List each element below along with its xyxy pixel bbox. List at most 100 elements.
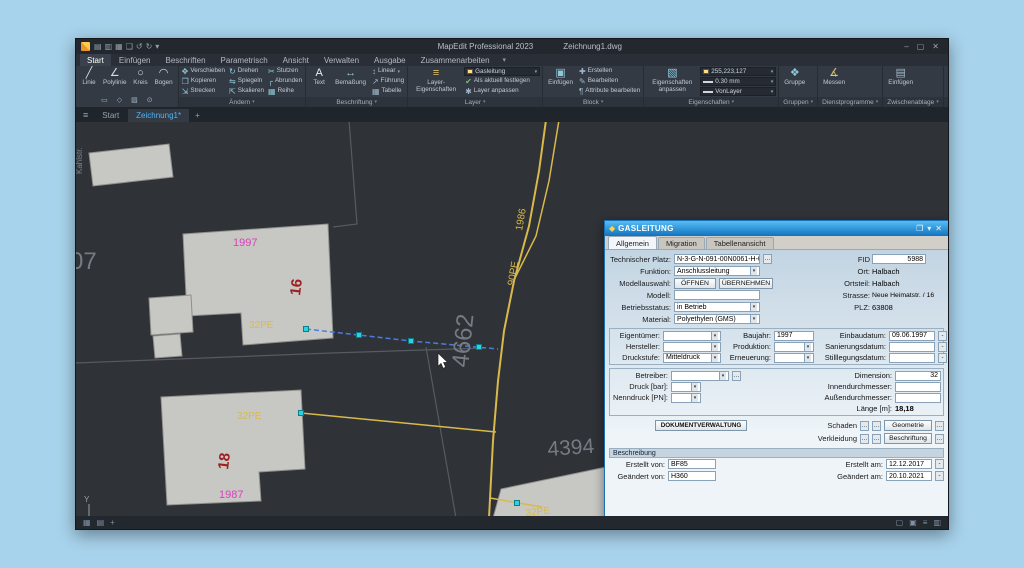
tool-einfügen[interactable]: ▣Einfügen: [545, 67, 576, 88]
close-dialog-icon[interactable]: ✕: [933, 225, 944, 233]
redo-icon[interactable]: ↻: [146, 43, 153, 51]
ribbon-group-label-dienstprogramme[interactable]: Dienstprogramme▾: [818, 97, 882, 107]
grip-point[interactable]: [409, 339, 414, 344]
uebernehmen-button[interactable]: ÜBERNEHMEN: [719, 278, 773, 289]
grip-point[interactable]: [477, 345, 482, 350]
einbaudatum-clear-button[interactable]: -: [938, 331, 947, 341]
building-5[interactable]: [161, 390, 305, 505]
new-file-icon[interactable]: ▤: [94, 43, 102, 51]
ribbon-group-label-block[interactable]: Block▾: [543, 97, 643, 107]
ribbon-group-label-ändern[interactable]: Ändern▾: [179, 97, 305, 107]
tool-basis[interactable]: ▢Basis: [946, 67, 948, 88]
ribbon-more-button[interactable]: ▾: [498, 54, 512, 66]
ribbon-tab-beschriften[interactable]: Beschriften: [159, 54, 213, 66]
tool-skalieren[interactable]: ⇱Skalieren: [228, 87, 265, 96]
building-3[interactable]: [149, 295, 193, 335]
sanierungsdatum-input[interactable]: [889, 342, 935, 352]
ribbon-group-label-ansicht[interactable]: Ansicht▾: [944, 97, 948, 107]
tool-bemaßung[interactable]: ↔Bemaßung: [332, 67, 369, 88]
stilllegungsdatum-input[interactable]: [889, 353, 935, 363]
float-window-icon[interactable]: ❐: [914, 225, 925, 233]
dialog-tab-migration[interactable]: Migration: [658, 237, 705, 249]
tool-reihe[interactable]: ▦Reihe: [267, 87, 303, 96]
model-space-icon[interactable]: ▤: [97, 519, 105, 527]
parcel-boundary-1[interactable]: [333, 122, 357, 227]
beschriftung-button[interactable]: Beschriftung: [884, 433, 932, 444]
oeffnen-button[interactable]: ÖFFNEN: [674, 278, 716, 289]
erstellt-von-input[interactable]: BF85: [668, 459, 716, 469]
funktion-dropdown[interactable]: Anschlussleitung ▾: [674, 266, 760, 276]
tool-verschieben[interactable]: ✥Verschieben: [181, 67, 226, 76]
doc-tab-zeichnung1[interactable]: Zeichnung1*: [128, 109, 189, 122]
tool-messen[interactable]: ∡Messen: [820, 67, 848, 88]
layout-icon[interactable]: ▢: [896, 519, 904, 527]
doc-tab-start[interactable]: Start: [94, 109, 127, 122]
druck-dropdown[interactable]: ▾: [671, 382, 701, 392]
innendurchmesser-input[interactable]: [895, 382, 941, 392]
grid-toggle-icon[interactable]: ▦: [83, 519, 91, 527]
sanierungsdatum-clear-button[interactable]: -: [938, 342, 947, 352]
schaden-add-button[interactable]: …: [872, 421, 881, 431]
tool-polylinie[interactable]: ∠Polylinie: [100, 67, 129, 88]
tool-stutzen[interactable]: ✂Stutzen: [267, 67, 303, 76]
menu-icon[interactable]: ≡: [78, 110, 93, 120]
ribbon-group-label-eigenschaften[interactable]: Eigenschaften▾: [644, 97, 778, 107]
tool-layer-anpassen[interactable]: ✱Layer anpassen: [464, 87, 540, 96]
gas-main-line[interactable]: [489, 122, 546, 516]
geometrie-browse-button[interactable]: …: [935, 421, 944, 431]
tool-einfügen[interactable]: ▤Einfügen: [885, 67, 916, 88]
parcel-boundary-4[interactable]: [426, 347, 456, 516]
stilllegungsdatum-clear-button[interactable]: -: [938, 353, 947, 363]
open-file-icon[interactable]: ▥: [105, 43, 113, 51]
tool-text[interactable]: AText: [308, 67, 330, 88]
geometrie-button[interactable]: Geometrie: [884, 420, 932, 431]
grip-point[interactable]: [299, 411, 304, 416]
betreiber-dropdown[interactable]: ▾: [671, 371, 729, 381]
tool-ellipse-icon[interactable]: ◇: [116, 89, 123, 107]
new-tab-button[interactable]: +: [190, 109, 205, 122]
tool-rectangle-icon[interactable]: ▭: [100, 89, 109, 107]
technischer-platz-input[interactable]: N-3-G-N-091-00N0061-H-011: [674, 254, 760, 264]
geaendert-von-input[interactable]: H360: [668, 471, 716, 481]
einbaudatum-input[interactable]: 09.06.1997: [889, 331, 935, 341]
tool-bearbeiten[interactable]: ✎Bearbeiten: [578, 77, 641, 86]
parcel-boundary-2[interactable]: [76, 353, 331, 363]
modell-input[interactable]: [674, 290, 760, 300]
tool-kreis[interactable]: ○Kreis: [129, 67, 151, 88]
dokumentverwaltung-button[interactable]: DOKUMENTVERWALTUNG: [655, 420, 747, 431]
save-file-icon[interactable]: ▦: [115, 43, 123, 51]
ribbon-tab-ansicht[interactable]: Ansicht: [276, 54, 316, 66]
app-logo-icon[interactable]: [81, 42, 90, 51]
settings-menu-icon[interactable]: ≡: [923, 519, 928, 527]
building-4[interactable]: [153, 334, 182, 358]
technischer-platz-browse-button[interactable]: …: [763, 254, 772, 264]
hersteller-dropdown[interactable]: ▾: [663, 342, 721, 352]
ribbon-tab-parametrisch[interactable]: Parametrisch: [214, 54, 275, 66]
geaendert-am-clear-button[interactable]: -: [935, 471, 944, 481]
material-dropdown[interactable]: Polyethylen (GMS) ▾: [674, 314, 760, 324]
tool-layer-eigenschaften[interactable]: ≡Layer-Eigenschaften: [410, 67, 462, 94]
annotation-scale-icon[interactable]: ▣: [909, 519, 917, 527]
tool-linear[interactable]: ↕Linear▾: [371, 67, 405, 76]
betriebsstatus-dropdown[interactable]: in Betrieb ▾: [674, 302, 760, 312]
grip-point[interactable]: [304, 327, 309, 332]
fid-input[interactable]: 5988: [872, 254, 926, 264]
dialog-tab-tabellenansicht[interactable]: Tabellenansicht: [706, 237, 774, 249]
dimension-input[interactable]: 32: [895, 371, 941, 381]
tool-spiegeln[interactable]: ⇋Spiegeln: [228, 77, 265, 86]
ribbon-tab-start[interactable]: Start: [80, 54, 111, 66]
property-linetype-dropdown[interactable]: VonLayer▾: [700, 87, 776, 96]
building-1[interactable]: [89, 144, 173, 186]
betreiber-browse-button[interactable]: …: [732, 371, 741, 381]
grip-point[interactable]: [357, 333, 362, 338]
title-bar[interactable]: ▤▥▦❑↺↻▾ MapEdit Professional 2023 Zeichn…: [76, 39, 948, 54]
tool-gruppe[interactable]: ❖Gruppe: [781, 67, 808, 88]
quick-access-dropdown-icon[interactable]: ▾: [155, 43, 159, 51]
minimize-button[interactable]: –: [900, 43, 912, 51]
building-6[interactable]: [493, 466, 616, 516]
ribbon-tab-verwalten[interactable]: Verwalten: [317, 54, 366, 66]
tool-als-aktuell-festlegen[interactable]: ✔Als aktuell festlegen: [464, 77, 540, 86]
property-color-dropdown[interactable]: 255,223,127▾: [700, 67, 776, 76]
dialog-title-bar[interactable]: ◆ GASLEITUNG ❐▾✕: [605, 221, 948, 236]
tool-eigenschaften-anpassen[interactable]: ▧Eigenschaften anpassen: [646, 67, 698, 94]
